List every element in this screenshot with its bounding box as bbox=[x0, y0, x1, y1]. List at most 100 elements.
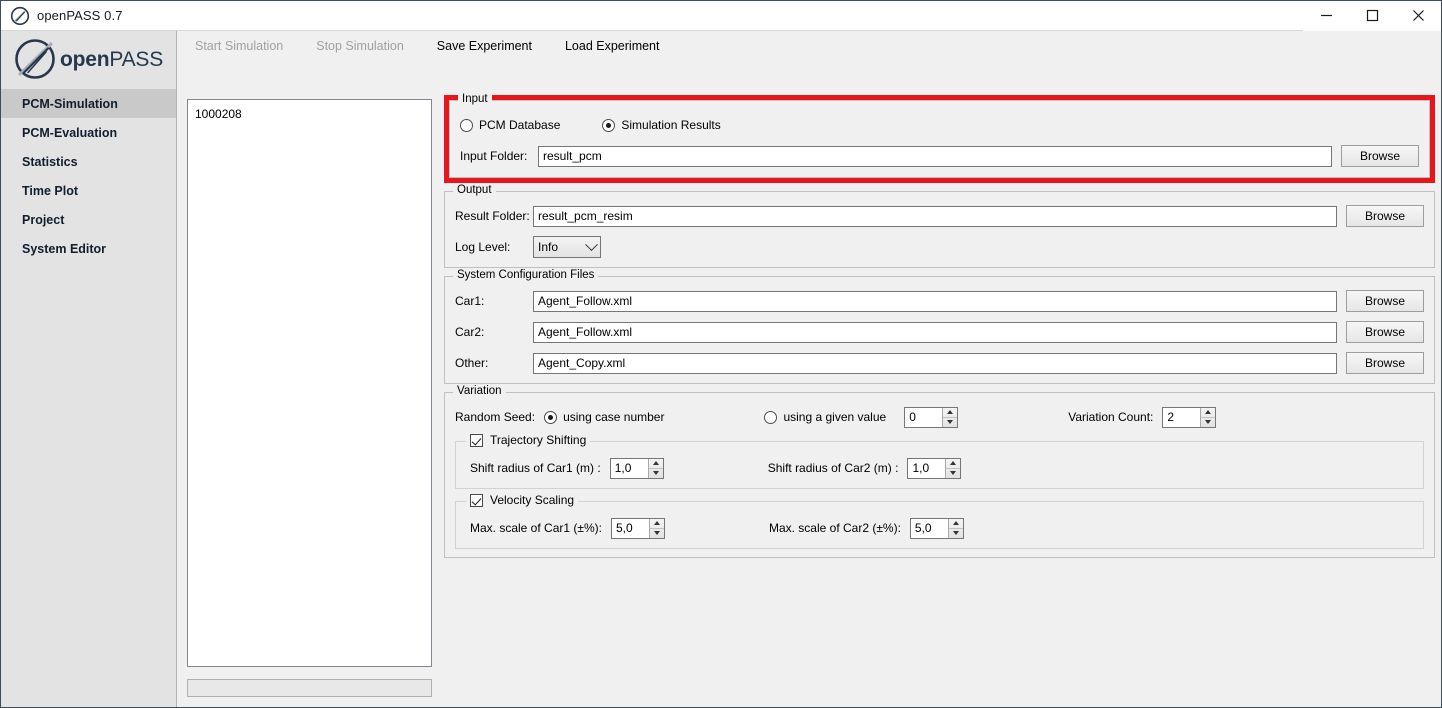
velocity-scaling-subgroup: Velocity Scaling Max. scale of Car1 (±%)… bbox=[455, 493, 1424, 549]
radio-simulation-results[interactable]: Simulation Results bbox=[602, 118, 721, 132]
other-browse-button[interactable]: Browse bbox=[1346, 352, 1424, 374]
sidebar-item-label: PCM-Evaluation bbox=[22, 125, 118, 140]
other-config-field[interactable] bbox=[533, 352, 1337, 374]
sidebar-item-label: Time Plot bbox=[22, 183, 79, 198]
sidebar: PCM-Simulation PCM-Evaluation Statistics… bbox=[1, 89, 177, 707]
list-item[interactable]: 1000208 bbox=[188, 105, 431, 123]
trajectory-shifting-label: Trajectory Shifting bbox=[490, 433, 587, 447]
close-icon[interactable] bbox=[1395, 0, 1441, 31]
car2-config-label: Car2: bbox=[455, 325, 485, 339]
stepper-down-icon[interactable] bbox=[948, 528, 963, 538]
max-scale-car2-label: Max. scale of Car2 (±%): bbox=[768, 521, 901, 535]
input-folder-field[interactable] bbox=[538, 145, 1332, 167]
random-seed-label: Random Seed: bbox=[455, 410, 536, 424]
stepper-up-icon[interactable] bbox=[943, 408, 957, 418]
variation-group-body: Random Seed: using case number using a g… bbox=[455, 393, 1424, 549]
velocity-scaling-body: Max. scale of Car1 (±%): 5,0 Max. scale … bbox=[470, 502, 1413, 540]
max-scale-car2-stepper[interactable]: 5,0 bbox=[909, 517, 964, 539]
stepper-down-icon[interactable] bbox=[1201, 417, 1216, 427]
result-folder-label: Result Folder: bbox=[455, 209, 530, 223]
shift-radius-car1-stepper-buttons bbox=[647, 458, 663, 478]
maximize-icon[interactable] bbox=[1349, 0, 1395, 31]
app-logo: openPASS bbox=[1, 31, 176, 89]
stepper-up-icon[interactable] bbox=[949, 519, 963, 529]
stop-simulation-button[interactable]: Stop Simulation bbox=[316, 39, 404, 53]
variation-count-stepper[interactable]: 2 bbox=[1162, 406, 1217, 428]
velocity-scaling-row: Max. scale of Car1 (±%): 5,0 Max. scale … bbox=[470, 516, 1413, 540]
stepper-up-icon[interactable] bbox=[650, 519, 664, 529]
chevron-down-icon bbox=[585, 237, 598, 251]
sidebar-item-statistics[interactable]: Statistics bbox=[1, 147, 176, 176]
trajectory-shifting-body: Shift radius of Car1 (m) : 1,0 Shift rad… bbox=[470, 442, 1413, 480]
radio-using-given-value[interactable]: using a given value bbox=[764, 410, 886, 424]
radio-using-case-number-label: using case number bbox=[563, 410, 665, 424]
input-group-title: Input bbox=[458, 93, 492, 105]
shift-radius-car2-value: 1,0 bbox=[912, 461, 930, 475]
log-level-select[interactable]: Info bbox=[533, 236, 601, 258]
variation-group: Variation Random Seed: using case number… bbox=[444, 385, 1435, 558]
radio-using-given-value-dot bbox=[764, 410, 778, 424]
sidebar-item-label: Project bbox=[22, 212, 65, 227]
input-folder-browse-button[interactable]: Browse bbox=[1341, 145, 1419, 167]
given-value-number: 0 bbox=[909, 410, 916, 424]
input-folder-row: Input Folder: Browse bbox=[460, 144, 1419, 168]
output-group: Output Result Folder: Browse Log Level: … bbox=[444, 184, 1435, 268]
max-scale-car1-stepper-buttons bbox=[648, 518, 664, 538]
stepper-down-icon[interactable] bbox=[946, 468, 961, 478]
sidebar-item-pcm-evaluation[interactable]: PCM-Evaluation bbox=[1, 118, 176, 147]
output-group-title: Output bbox=[453, 184, 496, 196]
sidebar-logo-area: openPASS bbox=[1, 31, 177, 89]
result-folder-field[interactable] bbox=[533, 205, 1337, 227]
radio-pcm-database-dot bbox=[460, 118, 473, 132]
car2-browse-button[interactable]: Browse bbox=[1346, 321, 1424, 343]
sidebar-item-pcm-simulation[interactable]: PCM-Simulation bbox=[1, 89, 176, 118]
input-group: Input PCM Database Simulation Results In… bbox=[449, 93, 1430, 178]
sidebar-item-system-editor[interactable]: System Editor bbox=[1, 234, 176, 263]
radio-using-case-number-dot bbox=[544, 410, 558, 424]
sidebar-item-time-plot[interactable]: Time Plot bbox=[1, 176, 176, 205]
sidebar-filler bbox=[1, 263, 176, 707]
radio-pcm-database-label: PCM Database bbox=[479, 118, 561, 132]
content-filler bbox=[444, 558, 1435, 701]
shift-radius-car2-stepper[interactable]: 1,0 bbox=[907, 457, 962, 479]
velocity-scaling-checkbox[interactable] bbox=[470, 493, 483, 507]
shift-radius-car1-stepper[interactable]: 1,0 bbox=[609, 457, 664, 479]
radio-pcm-database[interactable]: PCM Database bbox=[460, 118, 560, 132]
openpass-logo-mark-icon bbox=[11, 37, 59, 84]
stepper-up-icon[interactable] bbox=[649, 459, 663, 469]
stepper-up-icon[interactable] bbox=[1201, 408, 1215, 418]
velocity-scaling-header[interactable]: Velocity Scaling bbox=[466, 493, 579, 507]
result-folder-browse-button[interactable]: Browse bbox=[1346, 205, 1424, 227]
sidebar-item-project[interactable]: Project bbox=[1, 205, 176, 234]
case-list-column: 1000208 bbox=[177, 89, 442, 707]
radio-using-case-number[interactable]: using case number bbox=[544, 410, 664, 424]
radio-simulation-results-dot bbox=[602, 118, 616, 132]
trajectory-shifting-checkbox[interactable] bbox=[470, 433, 483, 447]
save-experiment-button[interactable]: Save Experiment bbox=[437, 39, 532, 53]
car1-browse-button[interactable]: Browse bbox=[1346, 290, 1424, 312]
car2-config-row: Car2: Browse bbox=[455, 320, 1424, 344]
car1-config-row: Car1: Browse bbox=[455, 289, 1424, 313]
given-value-stepper[interactable]: 0 bbox=[904, 406, 959, 428]
start-simulation-button[interactable]: Start Simulation bbox=[195, 39, 283, 53]
car2-config-field[interactable] bbox=[533, 321, 1337, 343]
load-experiment-button[interactable]: Load Experiment bbox=[565, 39, 660, 53]
max-scale-car1-stepper[interactable]: 5,0 bbox=[610, 517, 665, 539]
car1-config-field[interactable] bbox=[533, 290, 1337, 312]
output-group-body: Result Folder: Browse Log Level: Info bbox=[455, 192, 1424, 259]
minimize-icon[interactable] bbox=[1303, 0, 1349, 31]
application-window: openPASS 0.7 openPASS Start Simulation S… bbox=[0, 0, 1442, 708]
stepper-down-icon[interactable] bbox=[943, 417, 958, 427]
case-list[interactable]: 1000208 bbox=[187, 99, 432, 667]
log-level-label: Log Level: bbox=[455, 240, 511, 254]
input-source-row: PCM Database Simulation Results bbox=[460, 113, 1419, 137]
system-config-group-title: System Configuration Files bbox=[453, 269, 599, 281]
variation-count-number: 2 bbox=[1167, 410, 1175, 424]
stepper-down-icon[interactable] bbox=[649, 528, 664, 538]
system-config-group-body: Car1: Browse Car2: Browse Other: Browse bbox=[455, 277, 1424, 375]
stepper-up-icon[interactable] bbox=[946, 459, 960, 469]
trajectory-shifting-header[interactable]: Trajectory Shifting bbox=[466, 433, 591, 447]
stepper-down-icon[interactable] bbox=[648, 468, 663, 478]
app-logo-text: openPASS bbox=[60, 48, 163, 72]
